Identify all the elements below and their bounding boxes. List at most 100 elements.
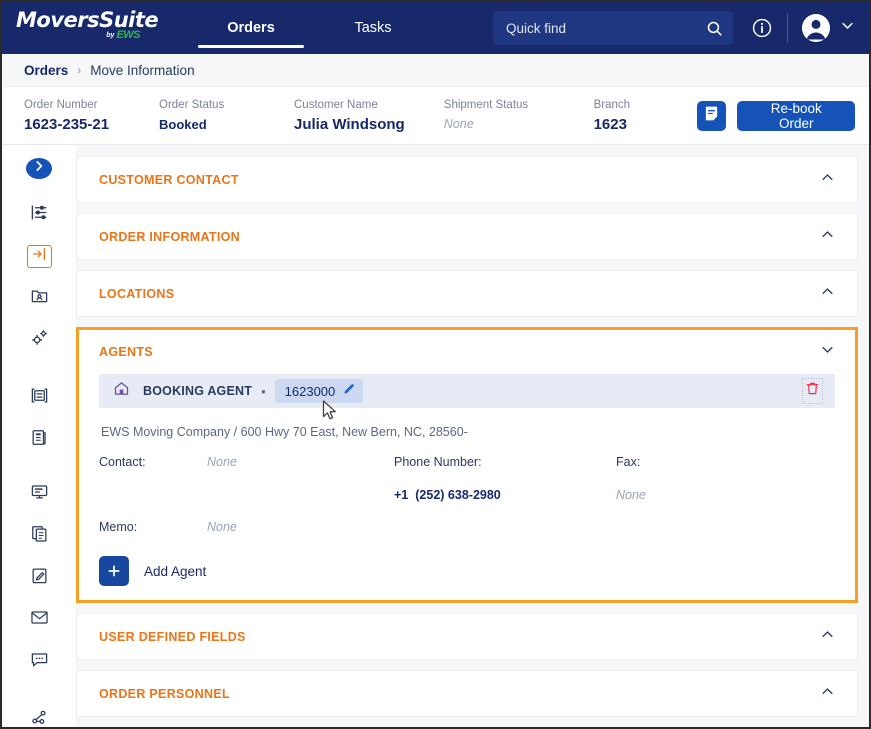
search-icon[interactable] — [706, 20, 723, 37]
home-icon — [113, 380, 130, 402]
shipment-status-label: Shipment Status — [444, 99, 594, 112]
agent-row: BOOKING AGENT • 1623000 — [99, 374, 835, 408]
pencil-icon[interactable] — [343, 382, 356, 400]
section-locations[interactable]: LOCATIONS — [76, 270, 858, 317]
chevron-up-icon[interactable] — [820, 684, 835, 704]
rebook-order-button[interactable]: Re-book Order — [737, 101, 855, 131]
avatar[interactable] — [802, 14, 830, 42]
section-order-information[interactable]: ORDER INFORMATION — [76, 213, 858, 260]
monitor-icon — [30, 482, 49, 506]
summary-field-customer-name: Customer Name Julia Windsong — [294, 99, 444, 133]
list-document-icon — [30, 386, 49, 410]
branch-label: Branch — [594, 99, 697, 112]
section-user-defined-fields[interactable]: USER DEFINED FIELDS — [76, 613, 858, 660]
app-logo[interactable]: MoversSuite by EWS — [16, 8, 142, 48]
sidebar-item-filters[interactable] — [24, 203, 54, 227]
sidebar-item-chat[interactable] — [24, 650, 54, 674]
gears-icon — [30, 328, 49, 352]
agent-detail-row-2: +1(252) 638-2980 None — [99, 469, 835, 502]
section-title-user-defined-fields: USER DEFINED FIELDS — [99, 630, 246, 644]
customer-name-label: Customer Name — [294, 99, 444, 112]
plus-icon — [99, 556, 129, 586]
phone-number-label: Phone Number: — [394, 455, 502, 469]
memo-label: Memo: — [99, 520, 207, 534]
notes-icon — [703, 105, 720, 127]
sidebar-item-settings[interactable] — [24, 328, 54, 352]
agent-contact-field: Contact: None — [99, 455, 394, 469]
quick-find-container[interactable] — [493, 11, 733, 45]
section-title-order-personnel: ORDER PERSONNEL — [99, 687, 230, 701]
nav-right-cluster — [493, 11, 855, 45]
agents-body: BOOKING AGENT • 1623000 — [79, 374, 855, 600]
order-summary-bar: Order Number 1623-235-21 Order Status Bo… — [2, 87, 869, 145]
agent-detail-row-1: Contact: None Phone Number: Fax: — [99, 439, 835, 469]
chevron-up-icon[interactable] — [820, 627, 835, 647]
nav-tab-orders[interactable]: Orders — [190, 2, 312, 54]
chevron-down-icon[interactable] — [820, 342, 835, 362]
share-network-icon — [30, 708, 49, 729]
copy-icon — [30, 524, 49, 548]
document-icon — [30, 428, 49, 452]
chevron-up-icon[interactable] — [820, 170, 835, 190]
agent-code-chip[interactable]: 1623000 — [275, 379, 364, 403]
phone-number-value: +1(252) 638-2980 — [394, 488, 501, 502]
sidebar-item-monitor[interactable] — [24, 482, 54, 506]
agent-fax-value-cell: None — [616, 488, 796, 502]
order-number-label: Order Number — [24, 99, 159, 112]
section-order-personnel[interactable]: ORDER PERSONNEL — [76, 670, 858, 717]
move-information-icon — [31, 246, 47, 267]
agent-code-value: 1623000 — [285, 384, 336, 399]
contact-value: None — [207, 455, 237, 469]
search-input[interactable] — [506, 21, 706, 36]
summary-field-branch: Branch 1623 — [594, 99, 697, 133]
chevron-up-icon[interactable] — [820, 284, 835, 304]
app-window: MoversSuite by EWS Orders Tasks — [0, 0, 871, 729]
delete-agent-button[interactable] — [802, 378, 823, 404]
section-agents: AGENTS — [76, 327, 858, 603]
agent-separator: • — [261, 384, 266, 399]
agent-detail-row-3: Memo: None — [99, 502, 835, 534]
breadcrumb-orders-link[interactable]: Orders — [24, 63, 68, 78]
chat-bubble-icon — [30, 650, 49, 674]
clipboard-edit-icon — [30, 566, 49, 590]
agent-address: EWS Moving Company / 600 Hwy 70 East, Ne… — [99, 408, 835, 439]
memo-value: None — [207, 520, 237, 534]
notes-button[interactable] — [697, 101, 726, 131]
agent-phone-field: Phone Number: — [394, 455, 616, 469]
logo-ews-text: EWS — [116, 30, 140, 41]
chevron-up-icon[interactable] — [820, 227, 835, 247]
section-title-agents: AGENTS — [99, 345, 153, 359]
chevron-down-icon[interactable] — [840, 18, 855, 38]
sidebar-item-copies[interactable] — [24, 524, 54, 548]
sidebar-item-move-information[interactable] — [27, 245, 52, 268]
sidebar-item-tasks[interactable] — [24, 566, 54, 590]
main-nav-items: Orders Tasks — [190, 2, 434, 54]
sidebar-item-list[interactable] — [24, 386, 54, 410]
section-customer-contact[interactable]: CUSTOMER CONTACT — [76, 156, 858, 203]
chevron-right-icon — [32, 159, 46, 178]
sidebar-item-mail[interactable] — [24, 608, 54, 632]
sidebar-item-documents[interactable] — [24, 428, 54, 452]
breadcrumb-separator-icon: › — [77, 63, 81, 77]
sliders-icon — [30, 203, 49, 227]
fax-label: Fax: — [616, 455, 724, 469]
section-title-customer-contact: CUSTOMER CONTACT — [99, 173, 239, 187]
sidebar-item-network[interactable] — [24, 708, 54, 729]
agents-header[interactable]: AGENTS — [79, 330, 855, 374]
breadcrumb-current-page: Move Information — [90, 63, 194, 78]
logo-subtext: by EWS — [106, 30, 140, 41]
order-status-value: Booked — [159, 116, 294, 133]
order-status-label: Order Status — [159, 99, 294, 112]
expand-panel-button[interactable] — [26, 158, 52, 179]
nav-tab-tasks[interactable]: Tasks — [312, 2, 434, 54]
summary-field-shipment-status: Shipment Status None — [444, 99, 594, 133]
sidebar-item-contacts[interactable] — [24, 286, 54, 310]
nav-divider — [787, 13, 788, 43]
phone-country-code: +1 — [394, 488, 408, 502]
add-agent-button[interactable]: Add Agent — [99, 534, 835, 586]
breadcrumb: Orders › Move Information — [2, 54, 869, 87]
summary-field-order-status: Order Status Booked — [159, 99, 294, 133]
info-circle-icon[interactable] — [751, 17, 773, 39]
order-number-value: 1623-235-21 — [24, 116, 159, 133]
customer-name-value: Julia Windsong — [294, 116, 444, 133]
